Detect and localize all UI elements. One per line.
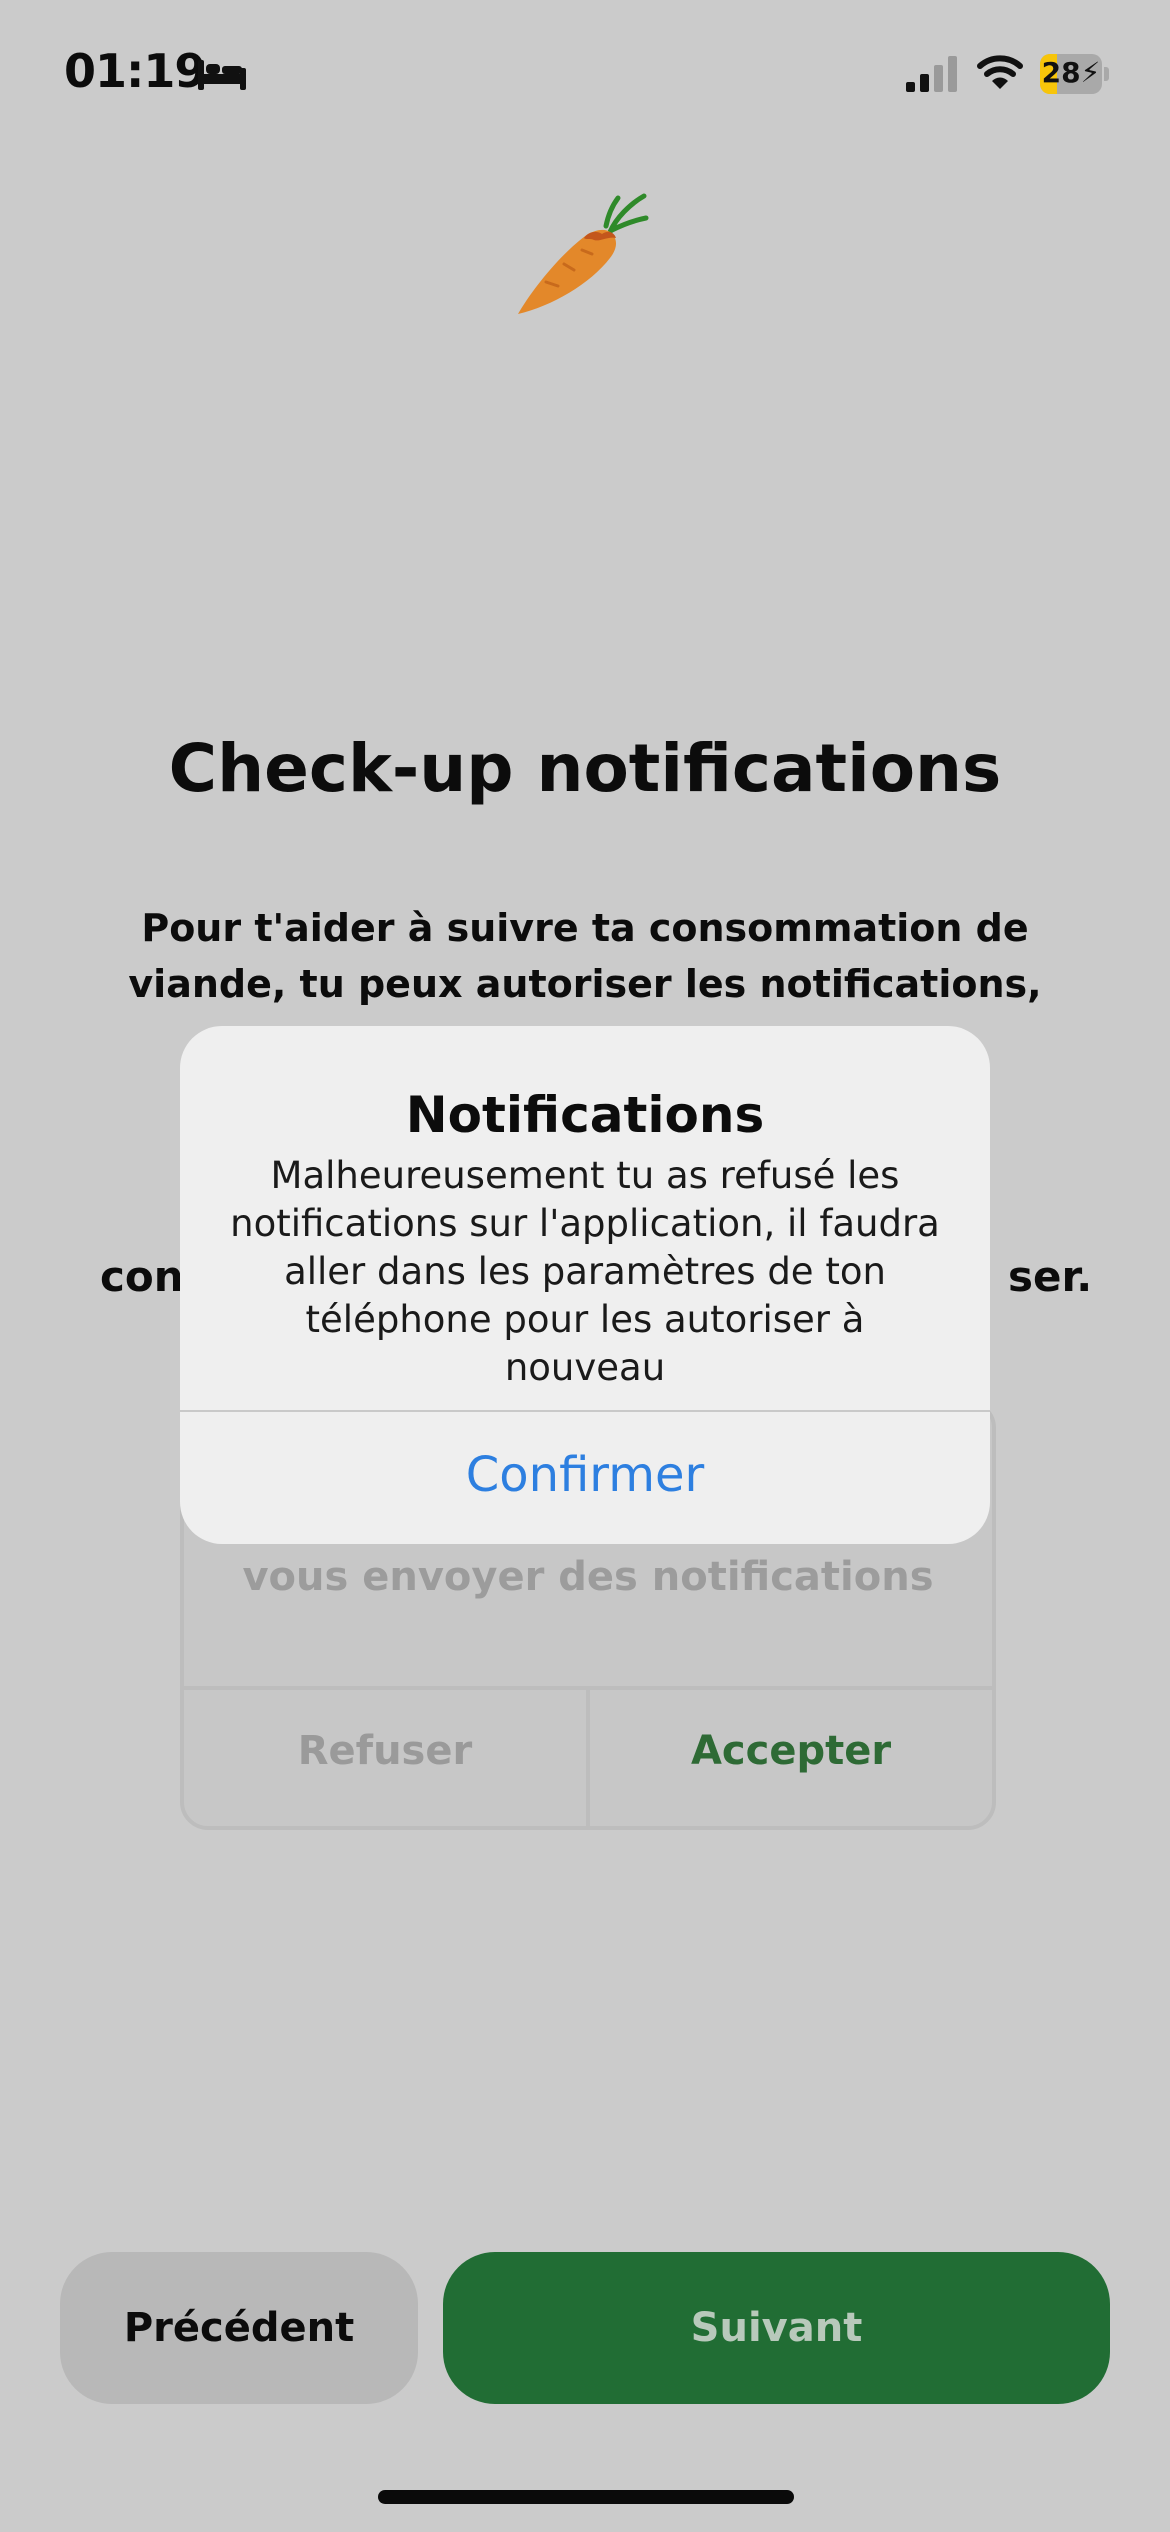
previous-button[interactable]: Précédent [60,2252,418,2404]
intro-text-line-1: Pour t'aider à suivre ta consommation de [141,906,1029,950]
home-indicator[interactable] [378,2490,794,2504]
bed-icon [198,60,246,90]
wifi-icon [977,55,1023,89]
confirm-button[interactable]: Confirmer [180,1412,990,1544]
battery-level: 28 [1041,56,1081,89]
charging-bolt-icon: ⚡ [1080,56,1101,89]
battery-indicator: 28⚡ [1040,54,1110,94]
page-title: Check-up notifications [168,730,1002,807]
accept-button[interactable]: Accepter [590,1686,992,1826]
next-button[interactable]: Suivant [443,2252,1110,2404]
intro-text-partial-left: con [100,1252,184,1301]
intro-text-partial-right: ser. [1008,1252,1093,1301]
status-time: 01:19 [64,44,206,98]
alert-title: Notifications [405,1086,765,1144]
intro-text-line-2: viande, tu peux autoriser les notificati… [128,962,1042,1006]
permission-prompt-message: vous envoyer des notifications [242,1554,934,1600]
carrot-icon [518,193,649,314]
refuse-button[interactable]: Refuser [184,1686,586,1826]
cellular-signal-icon [906,56,957,92]
alert-message: Malheureusement tu as refusé les notific… [230,1154,940,1389]
notifications-alert: Notifications Malheureusement tu as refu… [180,1026,990,1544]
